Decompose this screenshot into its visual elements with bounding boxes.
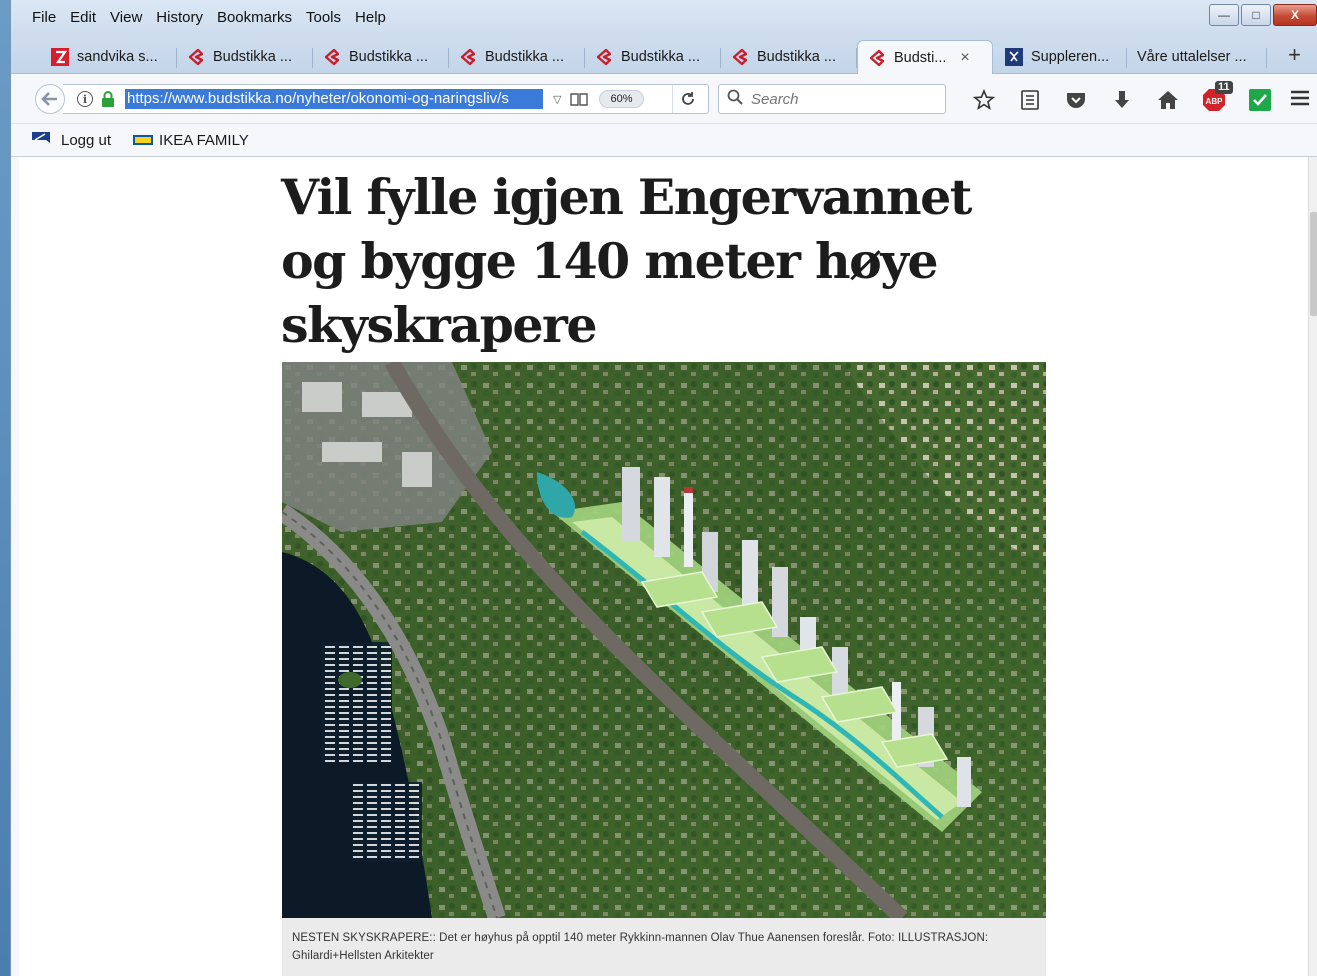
minimize-button[interactable]: —	[1209, 4, 1239, 26]
menu-history[interactable]: History	[149, 9, 210, 27]
adblock-plus-icon[interactable]: ABP 11	[1191, 81, 1237, 114]
search-bar[interactable]	[718, 84, 946, 114]
bookmark-label: Logg ut	[61, 131, 112, 149]
reload-icon[interactable]	[672, 85, 702, 113]
article-photo[interactable]	[282, 362, 1046, 918]
budstikka-icon	[459, 48, 477, 66]
close-window-button[interactable]: X	[1273, 4, 1317, 26]
browser-window: File Edit View History Bookmarks Tools H…	[10, 0, 1317, 976]
tab-label: Budstikka ...	[757, 49, 836, 65]
photo-caption: NESTEN SKYSKRAPERE:: Det er høyhus på op…	[282, 918, 1046, 976]
vertical-scrollbar[interactable]	[1308, 157, 1317, 976]
red-z-icon	[51, 48, 69, 66]
budstikka-icon	[731, 48, 749, 66]
bookmark-logg-ut[interactable]: Logg ut	[31, 130, 111, 150]
pocket-icon[interactable]	[1053, 86, 1099, 114]
tab-budstikka-active[interactable]: Budsti... ×	[857, 40, 993, 75]
menu-bookmarks[interactable]: Bookmarks	[210, 9, 299, 27]
tab-label: Budsti...	[894, 50, 947, 66]
budstikka-icon	[595, 48, 613, 66]
tab-suppleren[interactable]: Suppleren...	[995, 40, 1127, 74]
page-content: Vil fylle igjen Engervannet og bygge 140…	[19, 157, 1309, 976]
back-button[interactable]	[35, 84, 65, 114]
maximize-button[interactable]: □	[1241, 4, 1271, 26]
menu-help[interactable]: Help	[348, 9, 393, 27]
green-check-icon[interactable]	[1237, 86, 1283, 114]
tab-budstikka-4[interactable]: Budstikka ...	[585, 40, 721, 74]
home-icon[interactable]	[1145, 86, 1191, 114]
abp-count-badge: 11	[1215, 81, 1233, 94]
search-input[interactable]	[751, 90, 931, 108]
budstikka-icon	[187, 48, 205, 66]
search-icon	[727, 89, 743, 110]
url-dropdown-icon[interactable]: ▽	[553, 93, 561, 106]
menu-bar: File Edit View History Bookmarks Tools H…	[11, 0, 1317, 36]
menu-tools[interactable]: Tools	[299, 9, 348, 27]
tab-label: sandvika s...	[77, 49, 158, 65]
zoom-level-badge[interactable]: 60%	[599, 90, 644, 108]
bookmark-ikea-family[interactable]: IKEA FAMILY	[133, 132, 249, 149]
tab-close-icon[interactable]: ×	[960, 49, 969, 67]
tab-vare-uttalelser[interactable]: Våre uttalelser ...	[1127, 40, 1267, 74]
scrollbar-thumb[interactable]	[1310, 212, 1317, 316]
lock-icon[interactable]	[101, 91, 115, 107]
tab-label: Våre uttalelser ...	[1137, 49, 1247, 65]
bookmark-star-icon[interactable]	[961, 86, 1007, 114]
tab-bar: sandvika s... Budstikka ... Budstikka ..…	[11, 36, 1317, 75]
download-icon[interactable]	[1099, 86, 1145, 114]
menu-hamburger-icon[interactable]	[1289, 88, 1311, 113]
menu-view[interactable]: View	[103, 9, 149, 27]
tab-budstikka-2[interactable]: Budstikka ...	[313, 40, 449, 74]
menu-edit[interactable]: Edit	[63, 9, 103, 27]
budstikka-icon	[323, 48, 341, 66]
reader-view-icon[interactable]	[569, 91, 589, 107]
tab-label: Suppleren...	[1031, 49, 1110, 65]
menu-file[interactable]: File	[25, 9, 63, 27]
url-bar[interactable]: i https://www.budstikka.no/nyheter/okono…	[63, 84, 709, 114]
tab-sandvika[interactable]: sandvika s...	[41, 40, 177, 74]
tab-label: Budstikka ...	[349, 49, 428, 65]
bookmark-label: IKEA FAMILY	[159, 131, 249, 149]
ikea-icon	[133, 132, 154, 149]
tab-budstikka-5[interactable]: Budstikka ...	[721, 40, 857, 74]
tab-label: Budstikka ...	[485, 49, 564, 65]
tab-label: Budstikka ...	[213, 49, 292, 65]
info-icon[interactable]: i	[77, 91, 93, 107]
url-text[interactable]: https://www.budstikka.no/nyheter/okonomi…	[125, 89, 543, 109]
back-arrow-icon	[41, 92, 57, 106]
budstikka-icon	[868, 49, 886, 67]
bookmarks-bar: Logg ut IKEA FAMILY	[11, 124, 1317, 157]
tab-label: Budstikka ...	[621, 49, 700, 65]
bookmarks-list-icon[interactable]	[1007, 86, 1053, 114]
tab-budstikka-3[interactable]: Budstikka ...	[449, 40, 585, 74]
blue-flag-icon	[31, 130, 51, 150]
tab-budstikka-1[interactable]: Budstikka ...	[177, 40, 313, 74]
new-tab-button[interactable]: +	[1288, 44, 1301, 66]
crest-icon	[1005, 48, 1023, 66]
navigation-bar: i https://www.budstikka.no/nyheter/okono…	[11, 74, 1317, 124]
svg-text:ABP: ABP	[1206, 97, 1224, 106]
article-headline: Vil fylle igjen Engervannet og bygge 140…	[281, 168, 972, 354]
window-left-edge	[11, 157, 19, 976]
aerial-illustration	[282, 362, 1046, 918]
